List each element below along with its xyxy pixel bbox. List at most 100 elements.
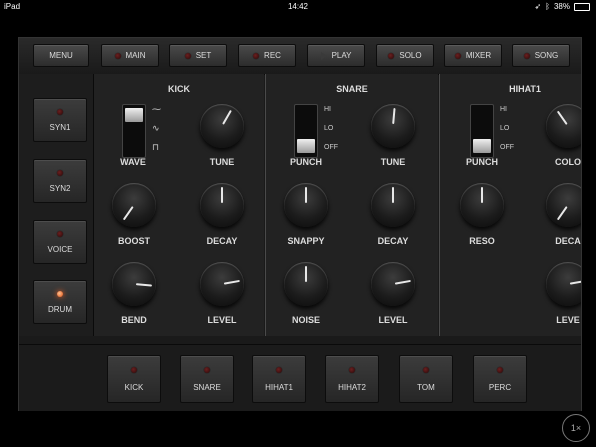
led-indicator-icon <box>276 366 282 373</box>
led-indicator-icon <box>114 52 121 59</box>
switch-option-off: OFF <box>324 144 338 151</box>
kick-tune-label: TUNE <box>209 157 235 167</box>
knob-pointer <box>221 187 223 203</box>
play-icon <box>320 51 327 60</box>
drum-synth-app: MENU MAIN SET REC PLAY SOLO MIXER SONG S… <box>18 37 582 411</box>
snare-punch-switch[interactable] <box>294 104 318 158</box>
snare-level-label: LEVEL <box>378 315 408 325</box>
perc-select-button[interactable]: PERC <box>473 355 527 403</box>
switch-option-off: OFF <box>500 144 514 151</box>
snare-noise-knob[interactable] <box>284 262 328 306</box>
led-indicator-icon <box>57 108 63 115</box>
drum-button-label: SNARE <box>193 382 221 392</box>
kick-bend-label: BEND <box>121 315 147 325</box>
switch-option-lo: LO <box>324 125 334 132</box>
snare-snappy-label: SNAPPY <box>287 236 325 246</box>
kick-decay-knob[interactable] <box>200 183 244 227</box>
kick-boost-knob[interactable] <box>112 183 156 227</box>
drum-button-label: HIHAT1 <box>265 382 293 392</box>
switch-cap <box>297 139 315 153</box>
kick-decay-label: DECAY <box>206 236 238 246</box>
solo-button[interactable]: SOLO <box>376 44 434 67</box>
menu-button-label: MENU <box>49 51 73 60</box>
sidebar-item-syn2[interactable]: SYN2 <box>33 159 87 203</box>
square-wave-icon: ⊓ <box>152 142 160 152</box>
knob-pointer <box>569 279 581 285</box>
led-indicator-icon <box>204 366 210 373</box>
kick-level-knob[interactable] <box>200 262 244 306</box>
hihat1-reso-label: RESO <box>469 236 495 246</box>
battery-icon <box>574 2 590 11</box>
kick-title: KICK <box>168 84 190 94</box>
song-button[interactable]: SONG <box>512 44 570 67</box>
hihat1-panel: HIHAT1 HI LO OFF PUNCH COLO RESO DECA LE… <box>440 74 581 336</box>
led-indicator-icon <box>349 366 355 373</box>
knob-pointer <box>392 107 396 125</box>
hihat1-punch-label: PUNCH <box>465 157 498 167</box>
led-indicator-icon <box>131 366 137 373</box>
hihat1-decay-label: DECA <box>555 236 581 246</box>
switch-option-hi: HI <box>500 106 507 113</box>
kick-boost-label: BOOST <box>117 236 150 246</box>
snare-tune-knob[interactable] <box>371 104 415 148</box>
hihat1-level-label: LEVE <box>556 315 580 325</box>
snare-title: SNARE <box>336 84 368 94</box>
hihat1-decay-knob[interactable] <box>546 183 581 227</box>
snare-noise-label: NOISE <box>291 315 320 325</box>
switch-cap <box>473 139 491 153</box>
hihat1-select-button[interactable]: HIHAT1 <box>252 355 306 403</box>
knob-pointer <box>135 283 153 287</box>
hihat1-color-knob[interactable] <box>546 104 581 148</box>
hihat1-punch-switch[interactable] <box>470 104 494 158</box>
drum-button-label: TOM <box>417 382 435 392</box>
snare-decay-knob[interactable] <box>371 183 415 227</box>
sidebar-item-voice[interactable]: VOICE <box>33 220 87 264</box>
status-right: ➶ ᛒ 38% <box>534 2 590 11</box>
drum-button-label: HIHAT2 <box>338 382 366 392</box>
led-indicator-icon <box>57 169 63 176</box>
hihat1-level-knob[interactable] <box>546 262 581 306</box>
drum-select-bar: KICK SNARE HIHAT1 HIHAT2 TOM PERC <box>19 344 581 411</box>
kick-select-button[interactable]: KICK <box>107 355 161 403</box>
rec-button[interactable]: REC <box>238 44 296 67</box>
knob-pointer <box>122 206 134 221</box>
kick-tune-knob[interactable] <box>200 104 244 148</box>
sine-wave-icon: ∿ <box>152 123 160 133</box>
knob-pointer <box>556 206 568 221</box>
main-button-label: MAIN <box>125 51 146 60</box>
kick-bend-knob[interactable] <box>112 262 156 306</box>
mixer-button[interactable]: MIXER <box>444 44 502 67</box>
knob-pointer <box>556 110 568 125</box>
play-button-label: PLAY <box>331 51 352 60</box>
hihat1-color-label: COLO <box>555 157 581 167</box>
switch-option-lo: LO <box>500 125 510 132</box>
snare-panel: SNARE HI LO OFF PUNCH TUNE SNAPPY DECAY … <box>266 74 438 336</box>
solo-button-label: SOLO <box>399 51 422 60</box>
led-indicator-icon <box>184 52 191 59</box>
sidebar-item-syn1[interactable]: SYN1 <box>33 98 87 142</box>
hihat1-reso-knob[interactable] <box>460 183 504 227</box>
play-button[interactable]: PLAY <box>307 44 365 67</box>
snare-select-button[interactable]: SNARE <box>180 355 234 403</box>
tom-select-button[interactable]: TOM <box>399 355 453 403</box>
set-button[interactable]: SET <box>169 44 227 67</box>
drum-button-label: KICK <box>124 382 144 392</box>
led-indicator-icon <box>57 230 63 237</box>
main-button[interactable]: MAIN <box>101 44 159 67</box>
led-indicator-icon <box>423 366 429 373</box>
location-icon: ➶ <box>534 2 542 11</box>
kick-wave-switch[interactable] <box>122 104 146 158</box>
snare-punch-label: PUNCH <box>289 157 322 167</box>
set-button-label: SET <box>195 51 212 60</box>
menu-button[interactable]: MENU <box>33 44 89 67</box>
sidebar-item-drum[interactable]: DRUM <box>33 280 87 324</box>
zoom-toggle-button[interactable]: 1× <box>562 414 590 442</box>
snare-level-knob[interactable] <box>371 262 415 306</box>
bluetooth-icon: ᛒ <box>545 2 550 11</box>
song-button-label: SONG <box>534 51 559 60</box>
snare-snappy-knob[interactable] <box>284 183 328 227</box>
clock: 14:42 <box>287 2 309 11</box>
hihat2-select-button[interactable]: HIHAT2 <box>325 355 379 403</box>
knob-pointer <box>481 187 483 203</box>
instrument-sidebar: SYN1 SYN2 VOICE DRUM <box>19 74 94 336</box>
